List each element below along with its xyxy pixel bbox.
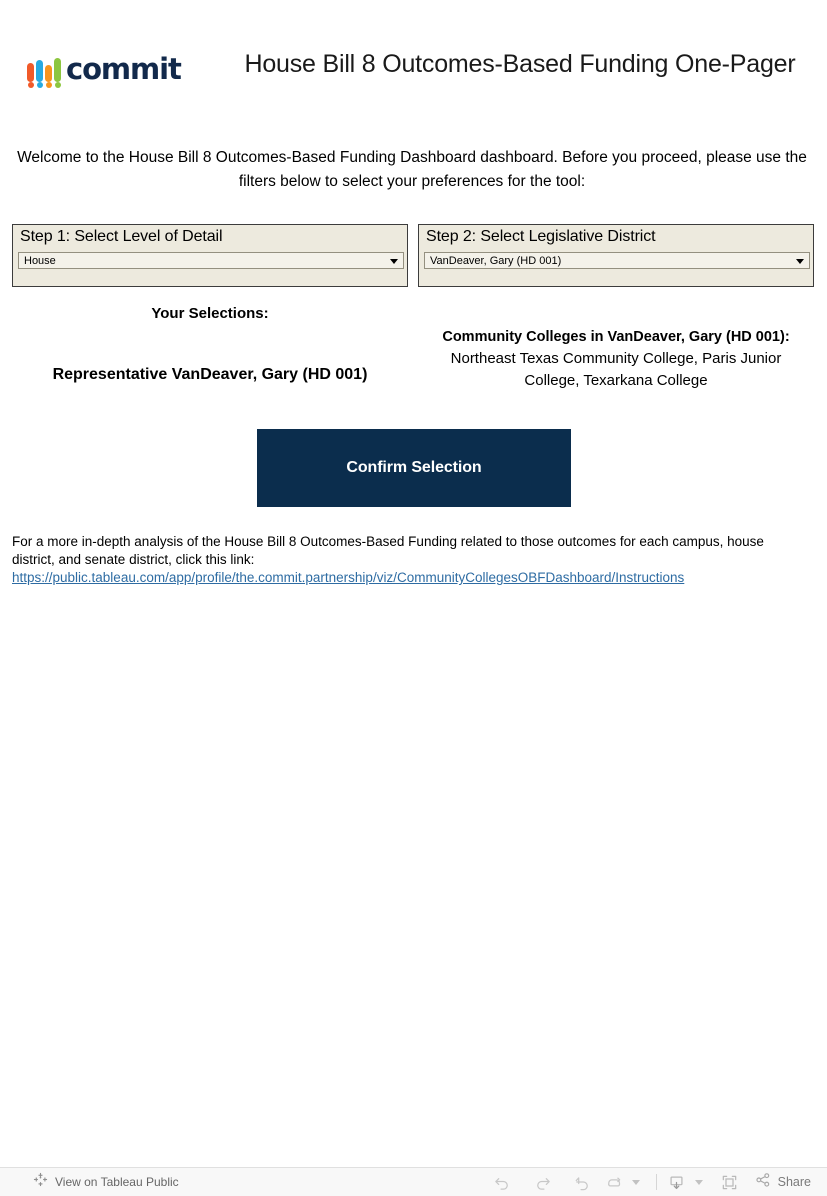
level-of-detail-dropdown[interactable]: House [18,252,404,269]
chevron-down-icon [796,259,804,264]
tableau-dashboard-link[interactable]: https://public.tableau.com/app/profile/t… [12,569,684,586]
page-title: House Bill 8 Outcomes-Based Funding One-… [244,50,796,78]
refresh-button[interactable] [603,1168,625,1196]
undo-button[interactable] [483,1168,523,1196]
confirm-selection-button[interactable]: Confirm Selection [257,429,571,507]
fullscreen-button[interactable] [710,1168,750,1196]
chevron-down-icon [694,1179,703,1185]
tableau-logo-icon [33,1172,48,1192]
your-selections-heading: Your Selections: [151,305,269,322]
filter-card-legislative-district: Step 2: Select Legislative District VanD… [418,224,814,287]
welcome-text: Welcome to the House Bill 8 Outcomes-Bas… [17,149,807,190]
toolbar-divider [655,1174,657,1190]
view-on-tableau-public-button[interactable]: View on Tableau Public [33,1168,179,1196]
filter-title-level-of-detail: Step 1: Select Level of Detail [20,228,223,245]
commit-logo-wordmark: commit [66,52,182,86]
filter-title-legislative-district: Step 2: Select Legislative District [426,228,656,245]
share-label: Share [777,1175,811,1189]
refresh-menu-button[interactable] [625,1168,647,1196]
footer-description: For a more in-depth analysis of the Hous… [12,534,764,567]
revert-button[interactable] [563,1168,603,1196]
download-button[interactable] [666,1168,688,1196]
view-on-tableau-public-label: View on Tableau Public [55,1175,179,1189]
share-icon [754,1171,772,1194]
legislative-district-dropdown[interactable]: VanDeaver, Gary (HD 001) [424,252,810,269]
legislative-district-value: VanDeaver, Gary (HD 001) [430,255,562,267]
redo-button[interactable] [523,1168,563,1196]
tableau-toolbar: View on Tableau Public Share [0,1167,827,1196]
filter-card-level-of-detail: Step 1: Select Level of Detail House [12,224,408,287]
page-header: commit House Bill 8 Outcomes-Based Fundi… [0,0,827,110]
community-colleges-heading: Community Colleges in VanDeaver, Gary (H… [442,329,790,345]
level-of-detail-value: House [24,255,56,267]
toolbar-actions: Share [483,1168,817,1196]
community-colleges-list: Northeast Texas Community College, Paris… [450,350,782,389]
commit-logo: commit [27,46,182,88]
download-menu-button[interactable] [688,1168,710,1196]
commit-logo-figures [27,52,61,88]
chevron-down-icon [390,259,398,264]
share-button[interactable]: Share [750,1168,817,1196]
selected-representative: Representative VanDeaver, Gary (HD 001) [52,366,368,383]
chevron-down-icon [631,1179,640,1185]
